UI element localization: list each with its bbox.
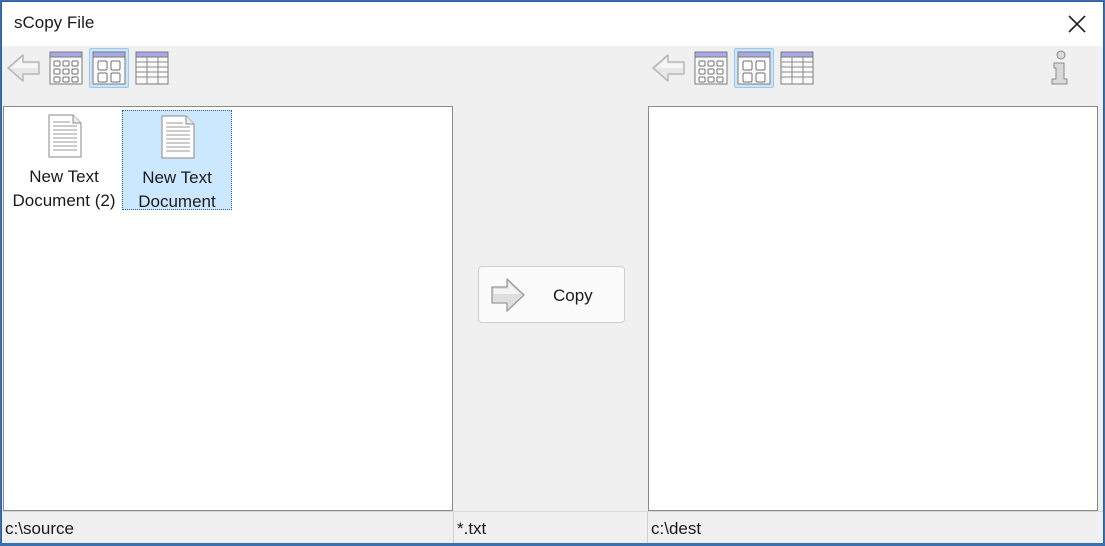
arrow-right-icon xyxy=(491,278,525,312)
source-small-icons-view-button[interactable] xyxy=(46,48,86,88)
dest-toolbar xyxy=(647,48,1103,88)
details-view-icon xyxy=(780,51,814,85)
dest-large-icons-view-button[interactable] xyxy=(734,48,774,88)
small-icons-view-icon xyxy=(694,51,728,85)
source-back-button[interactable] xyxy=(4,48,44,88)
back-icon xyxy=(6,52,42,84)
text-document-icon xyxy=(161,115,195,159)
copy-button[interactable]: Copy xyxy=(478,266,625,323)
dest-back-button[interactable] xyxy=(649,48,689,88)
source-file-pane[interactable]: New Text Document (2) New Text Document xyxy=(3,106,453,511)
source-large-icons-view-button[interactable] xyxy=(89,48,129,88)
info-button[interactable] xyxy=(1040,48,1080,88)
status-bar: c:\source *.txt c:\dest xyxy=(2,511,1103,543)
source-toolbar xyxy=(2,48,442,88)
file-item-new-text-document-2[interactable]: New Text Document (2) xyxy=(9,110,119,210)
source-path: c:\source xyxy=(5,519,74,538)
info-icon xyxy=(1051,50,1068,85)
dest-details-view-button[interactable] xyxy=(777,48,817,88)
window-title: sCopy File xyxy=(14,13,95,32)
title-bar: sCopy File xyxy=(2,2,1103,46)
copy-button-label: Copy xyxy=(553,286,593,305)
large-icons-view-icon xyxy=(737,51,771,85)
dest-small-icons-view-button[interactable] xyxy=(691,48,731,88)
text-document-icon xyxy=(48,114,82,158)
file-item-new-text-document[interactable]: New Text Document xyxy=(122,110,232,211)
file-name-label: New Text Document (2) xyxy=(12,167,116,210)
file-name-label: New Text Document xyxy=(138,168,216,211)
close-icon xyxy=(1068,15,1086,33)
details-view-icon xyxy=(135,51,169,85)
file-filter[interactable]: *.txt xyxy=(454,512,647,543)
dest-file-pane[interactable] xyxy=(648,106,1098,511)
source-details-view-button[interactable] xyxy=(132,48,172,88)
back-icon xyxy=(651,52,687,84)
scopy-window: sCopy File New Text Document (2) New Tex… xyxy=(1,1,1104,543)
small-icons-view-icon xyxy=(49,51,83,85)
dest-path: c:\dest xyxy=(651,519,702,538)
large-icons-view-icon xyxy=(92,51,126,85)
close-button[interactable] xyxy=(1059,8,1095,40)
